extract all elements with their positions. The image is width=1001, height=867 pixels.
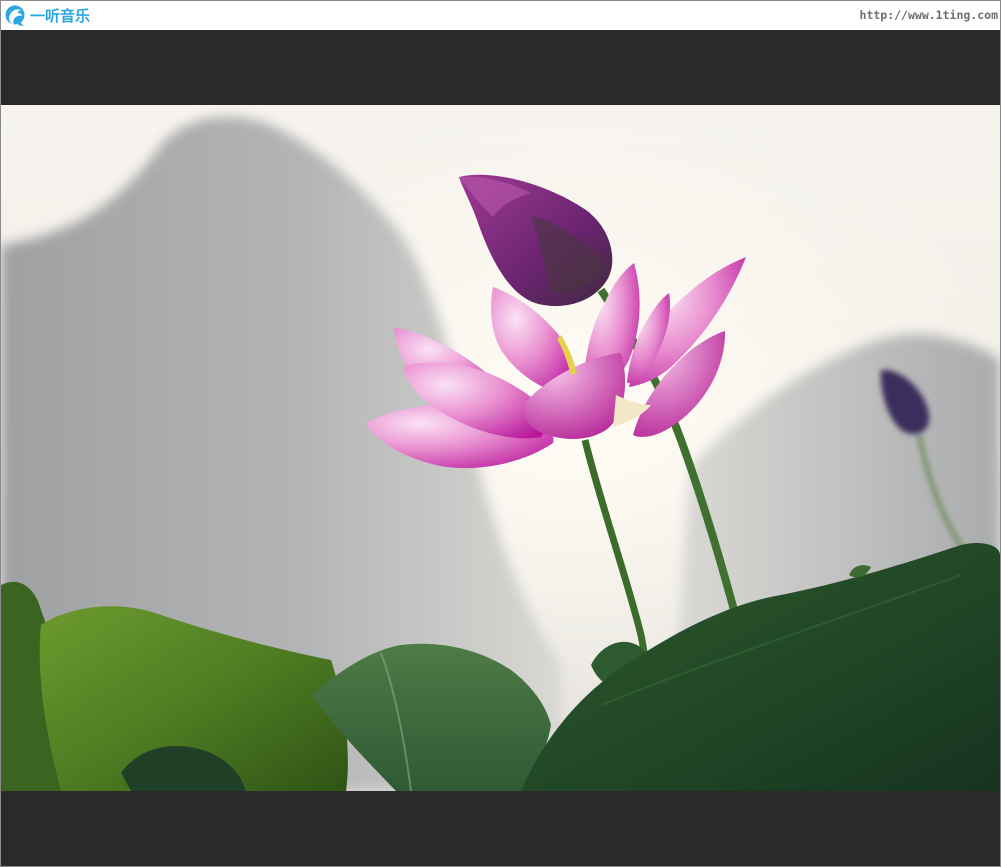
dolphin-icon	[5, 5, 25, 26]
site-url[interactable]: http://www.1ting.com	[860, 8, 998, 22]
header-bar: 一听音乐 http://www.1ting.com	[1, 1, 1000, 30]
viewer-frame: 一听音乐 http://www.1ting.com	[0, 0, 1001, 867]
site-logo[interactable]: 一听音乐	[5, 3, 90, 28]
letterbox-top	[1, 30, 1000, 105]
logo-text: 一听音乐	[30, 7, 91, 25]
lotus-photo	[1, 105, 1000, 791]
letterbox-bottom	[1, 791, 1000, 866]
